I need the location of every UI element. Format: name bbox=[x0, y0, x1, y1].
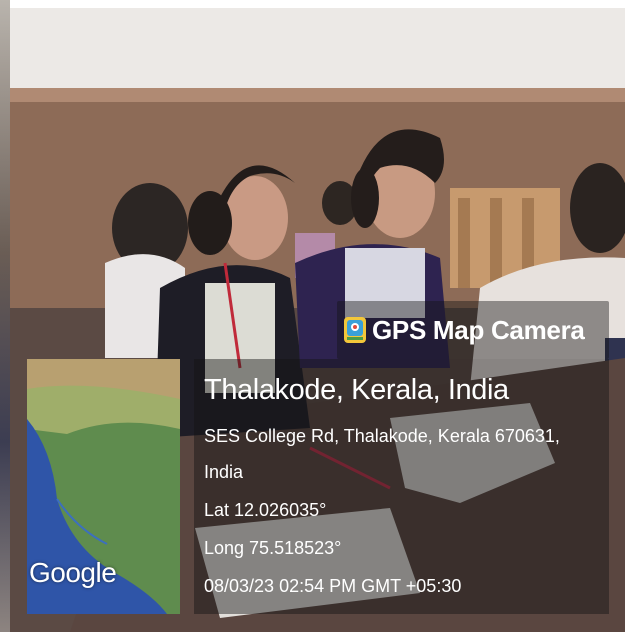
place-name: Thalakode, Kerala, India bbox=[204, 374, 509, 406]
badge-title: GPS Map Camera bbox=[372, 315, 585, 345]
location-map-thumbnail: Google bbox=[27, 359, 180, 614]
gps-map-camera-badge: GPS Map Camera bbox=[337, 301, 609, 359]
photo-frame: GPS Map Camera Google Thalakode, Kerala,… bbox=[0, 0, 633, 632]
gps-map-camera-app-icon bbox=[344, 317, 366, 343]
address-line-2: India bbox=[204, 462, 244, 482]
adjacent-photo-edge bbox=[0, 0, 10, 632]
location-info-panel: Thalakode, Kerala, India SES College Rd,… bbox=[194, 359, 609, 614]
address-line-1: SES College Rd, Thalakode, Kerala 670631… bbox=[204, 426, 560, 446]
longitude: Long 75.518523° bbox=[204, 538, 342, 558]
timestamp: 08/03/23 02:54 PM GMT +05:30 bbox=[204, 576, 462, 596]
google-attribution: Google bbox=[29, 557, 117, 588]
latitude: Lat 12.026035° bbox=[204, 500, 327, 520]
